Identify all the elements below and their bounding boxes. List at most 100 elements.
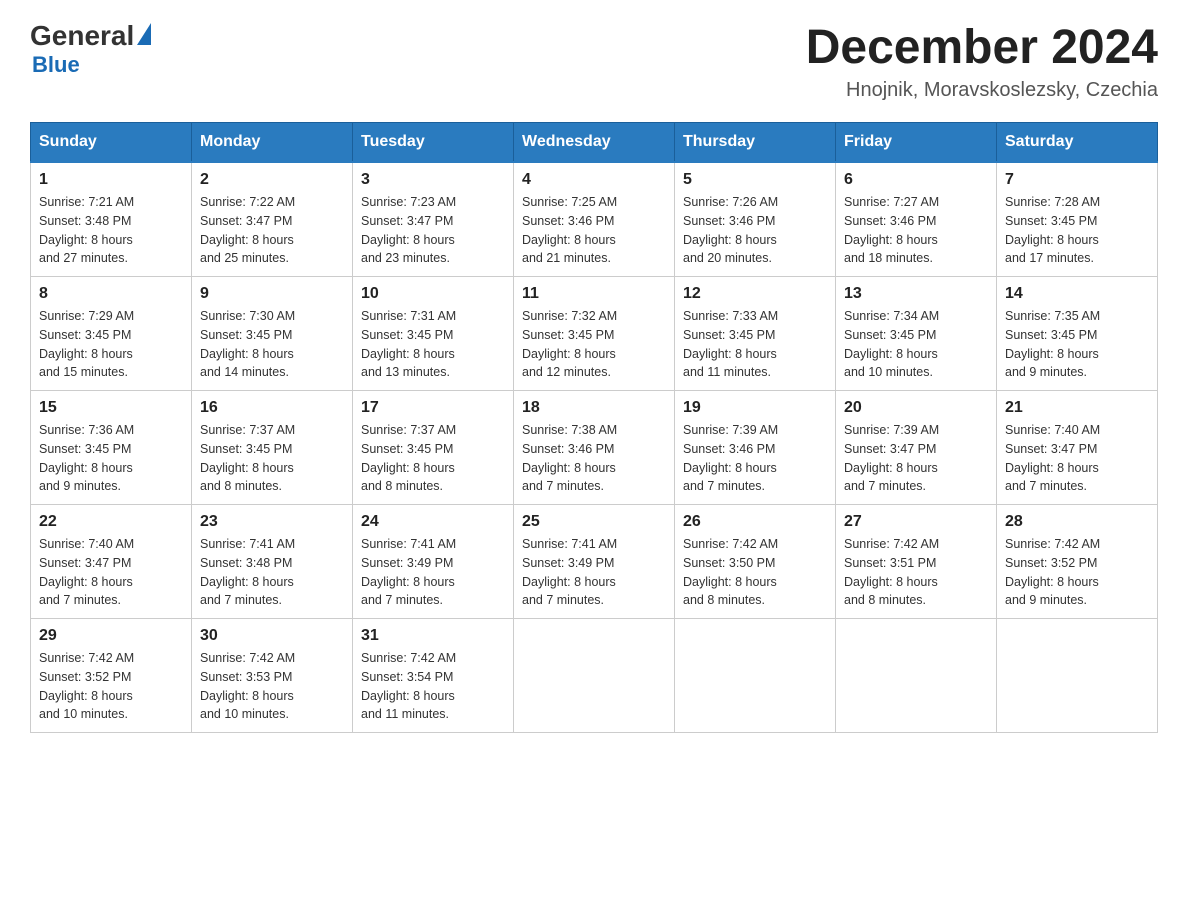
day-info: Sunrise: 7:33 AMSunset: 3:45 PMDaylight:… bbox=[683, 307, 827, 382]
calendar-cell: 20 Sunrise: 7:39 AMSunset: 3:47 PMDaylig… bbox=[836, 391, 997, 505]
day-info: Sunrise: 7:39 AMSunset: 3:47 PMDaylight:… bbox=[844, 421, 988, 496]
day-info: Sunrise: 7:40 AMSunset: 3:47 PMDaylight:… bbox=[1005, 421, 1149, 496]
calendar-cell bbox=[836, 619, 997, 733]
day-number: 28 bbox=[1005, 513, 1149, 531]
calendar-cell: 29 Sunrise: 7:42 AMSunset: 3:52 PMDaylig… bbox=[31, 619, 192, 733]
logo: General Blue bbox=[30, 20, 151, 78]
calendar-cell: 11 Sunrise: 7:32 AMSunset: 3:45 PMDaylig… bbox=[514, 277, 675, 391]
month-title: December 2024 bbox=[806, 20, 1158, 75]
day-info: Sunrise: 7:32 AMSunset: 3:45 PMDaylight:… bbox=[522, 307, 666, 382]
day-number: 5 bbox=[683, 171, 827, 189]
day-number: 4 bbox=[522, 171, 666, 189]
calendar-cell: 8 Sunrise: 7:29 AMSunset: 3:45 PMDayligh… bbox=[31, 277, 192, 391]
calendar-table: SundayMondayTuesdayWednesdayThursdayFrid… bbox=[30, 122, 1158, 733]
calendar-cell: 12 Sunrise: 7:33 AMSunset: 3:45 PMDaylig… bbox=[675, 277, 836, 391]
calendar-cell: 9 Sunrise: 7:30 AMSunset: 3:45 PMDayligh… bbox=[192, 277, 353, 391]
calendar-cell: 19 Sunrise: 7:39 AMSunset: 3:46 PMDaylig… bbox=[675, 391, 836, 505]
day-number: 14 bbox=[1005, 285, 1149, 303]
calendar-cell: 15 Sunrise: 7:36 AMSunset: 3:45 PMDaylig… bbox=[31, 391, 192, 505]
logo-blue-text: Blue bbox=[32, 52, 80, 78]
day-info: Sunrise: 7:41 AMSunset: 3:49 PMDaylight:… bbox=[361, 535, 505, 610]
day-info: Sunrise: 7:42 AMSunset: 3:53 PMDaylight:… bbox=[200, 649, 344, 724]
calendar-cell: 2 Sunrise: 7:22 AMSunset: 3:47 PMDayligh… bbox=[192, 162, 353, 277]
calendar-cell bbox=[997, 619, 1158, 733]
day-info: Sunrise: 7:42 AMSunset: 3:52 PMDaylight:… bbox=[1005, 535, 1149, 610]
day-info: Sunrise: 7:42 AMSunset: 3:54 PMDaylight:… bbox=[361, 649, 505, 724]
weekday-header-sunday: Sunday bbox=[31, 123, 192, 163]
day-number: 27 bbox=[844, 513, 988, 531]
calendar-cell: 22 Sunrise: 7:40 AMSunset: 3:47 PMDaylig… bbox=[31, 505, 192, 619]
calendar-cell: 3 Sunrise: 7:23 AMSunset: 3:47 PMDayligh… bbox=[353, 162, 514, 277]
logo-general-text: General bbox=[30, 20, 134, 52]
calendar-cell: 17 Sunrise: 7:37 AMSunset: 3:45 PMDaylig… bbox=[353, 391, 514, 505]
day-number: 22 bbox=[39, 513, 183, 531]
calendar-cell: 13 Sunrise: 7:34 AMSunset: 3:45 PMDaylig… bbox=[836, 277, 997, 391]
day-number: 26 bbox=[683, 513, 827, 531]
calendar-cell: 6 Sunrise: 7:27 AMSunset: 3:46 PMDayligh… bbox=[836, 162, 997, 277]
calendar-cell: 24 Sunrise: 7:41 AMSunset: 3:49 PMDaylig… bbox=[353, 505, 514, 619]
weekday-header-row: SundayMondayTuesdayWednesdayThursdayFrid… bbox=[31, 123, 1158, 163]
day-number: 29 bbox=[39, 627, 183, 645]
day-number: 30 bbox=[200, 627, 344, 645]
day-info: Sunrise: 7:42 AMSunset: 3:52 PMDaylight:… bbox=[39, 649, 183, 724]
calendar-cell: 31 Sunrise: 7:42 AMSunset: 3:54 PMDaylig… bbox=[353, 619, 514, 733]
day-info: Sunrise: 7:41 AMSunset: 3:49 PMDaylight:… bbox=[522, 535, 666, 610]
day-info: Sunrise: 7:25 AMSunset: 3:46 PMDaylight:… bbox=[522, 193, 666, 268]
calendar-cell: 26 Sunrise: 7:42 AMSunset: 3:50 PMDaylig… bbox=[675, 505, 836, 619]
day-info: Sunrise: 7:39 AMSunset: 3:46 PMDaylight:… bbox=[683, 421, 827, 496]
day-number: 31 bbox=[361, 627, 505, 645]
day-number: 23 bbox=[200, 513, 344, 531]
day-number: 24 bbox=[361, 513, 505, 531]
day-info: Sunrise: 7:23 AMSunset: 3:47 PMDaylight:… bbox=[361, 193, 505, 268]
day-number: 20 bbox=[844, 399, 988, 417]
day-info: Sunrise: 7:35 AMSunset: 3:45 PMDaylight:… bbox=[1005, 307, 1149, 382]
title-block: December 2024 Hnojnik, Moravskoslezsky, … bbox=[806, 20, 1158, 102]
week-row-2: 8 Sunrise: 7:29 AMSunset: 3:45 PMDayligh… bbox=[31, 277, 1158, 391]
calendar-cell: 10 Sunrise: 7:31 AMSunset: 3:45 PMDaylig… bbox=[353, 277, 514, 391]
calendar-cell bbox=[514, 619, 675, 733]
day-info: Sunrise: 7:34 AMSunset: 3:45 PMDaylight:… bbox=[844, 307, 988, 382]
logo-triangle-icon bbox=[137, 23, 151, 45]
day-info: Sunrise: 7:38 AMSunset: 3:46 PMDaylight:… bbox=[522, 421, 666, 496]
day-info: Sunrise: 7:30 AMSunset: 3:45 PMDaylight:… bbox=[200, 307, 344, 382]
day-info: Sunrise: 7:28 AMSunset: 3:45 PMDaylight:… bbox=[1005, 193, 1149, 268]
day-info: Sunrise: 7:29 AMSunset: 3:45 PMDaylight:… bbox=[39, 307, 183, 382]
day-number: 10 bbox=[361, 285, 505, 303]
day-number: 18 bbox=[522, 399, 666, 417]
day-number: 3 bbox=[361, 171, 505, 189]
day-info: Sunrise: 7:26 AMSunset: 3:46 PMDaylight:… bbox=[683, 193, 827, 268]
day-number: 9 bbox=[200, 285, 344, 303]
day-number: 25 bbox=[522, 513, 666, 531]
week-row-1: 1 Sunrise: 7:21 AMSunset: 3:48 PMDayligh… bbox=[31, 162, 1158, 277]
day-info: Sunrise: 7:21 AMSunset: 3:48 PMDaylight:… bbox=[39, 193, 183, 268]
calendar-cell: 25 Sunrise: 7:41 AMSunset: 3:49 PMDaylig… bbox=[514, 505, 675, 619]
day-number: 15 bbox=[39, 399, 183, 417]
calendar-cell: 18 Sunrise: 7:38 AMSunset: 3:46 PMDaylig… bbox=[514, 391, 675, 505]
day-info: Sunrise: 7:22 AMSunset: 3:47 PMDaylight:… bbox=[200, 193, 344, 268]
day-number: 1 bbox=[39, 171, 183, 189]
day-number: 17 bbox=[361, 399, 505, 417]
day-info: Sunrise: 7:42 AMSunset: 3:51 PMDaylight:… bbox=[844, 535, 988, 610]
day-number: 7 bbox=[1005, 171, 1149, 189]
day-info: Sunrise: 7:27 AMSunset: 3:46 PMDaylight:… bbox=[844, 193, 988, 268]
week-row-3: 15 Sunrise: 7:36 AMSunset: 3:45 PMDaylig… bbox=[31, 391, 1158, 505]
calendar-cell: 5 Sunrise: 7:26 AMSunset: 3:46 PMDayligh… bbox=[675, 162, 836, 277]
calendar-cell: 28 Sunrise: 7:42 AMSunset: 3:52 PMDaylig… bbox=[997, 505, 1158, 619]
calendar-cell: 30 Sunrise: 7:42 AMSunset: 3:53 PMDaylig… bbox=[192, 619, 353, 733]
day-info: Sunrise: 7:36 AMSunset: 3:45 PMDaylight:… bbox=[39, 421, 183, 496]
calendar-cell: 16 Sunrise: 7:37 AMSunset: 3:45 PMDaylig… bbox=[192, 391, 353, 505]
day-number: 2 bbox=[200, 171, 344, 189]
calendar-cell: 27 Sunrise: 7:42 AMSunset: 3:51 PMDaylig… bbox=[836, 505, 997, 619]
calendar-cell: 23 Sunrise: 7:41 AMSunset: 3:48 PMDaylig… bbox=[192, 505, 353, 619]
page-header: General Blue December 2024 Hnojnik, Mora… bbox=[30, 20, 1158, 102]
day-number: 11 bbox=[522, 285, 666, 303]
calendar-cell: 1 Sunrise: 7:21 AMSunset: 3:48 PMDayligh… bbox=[31, 162, 192, 277]
day-number: 6 bbox=[844, 171, 988, 189]
day-number: 19 bbox=[683, 399, 827, 417]
day-info: Sunrise: 7:31 AMSunset: 3:45 PMDaylight:… bbox=[361, 307, 505, 382]
week-row-5: 29 Sunrise: 7:42 AMSunset: 3:52 PMDaylig… bbox=[31, 619, 1158, 733]
calendar-cell: 14 Sunrise: 7:35 AMSunset: 3:45 PMDaylig… bbox=[997, 277, 1158, 391]
day-number: 21 bbox=[1005, 399, 1149, 417]
weekday-header-tuesday: Tuesday bbox=[353, 123, 514, 163]
weekday-header-saturday: Saturday bbox=[997, 123, 1158, 163]
